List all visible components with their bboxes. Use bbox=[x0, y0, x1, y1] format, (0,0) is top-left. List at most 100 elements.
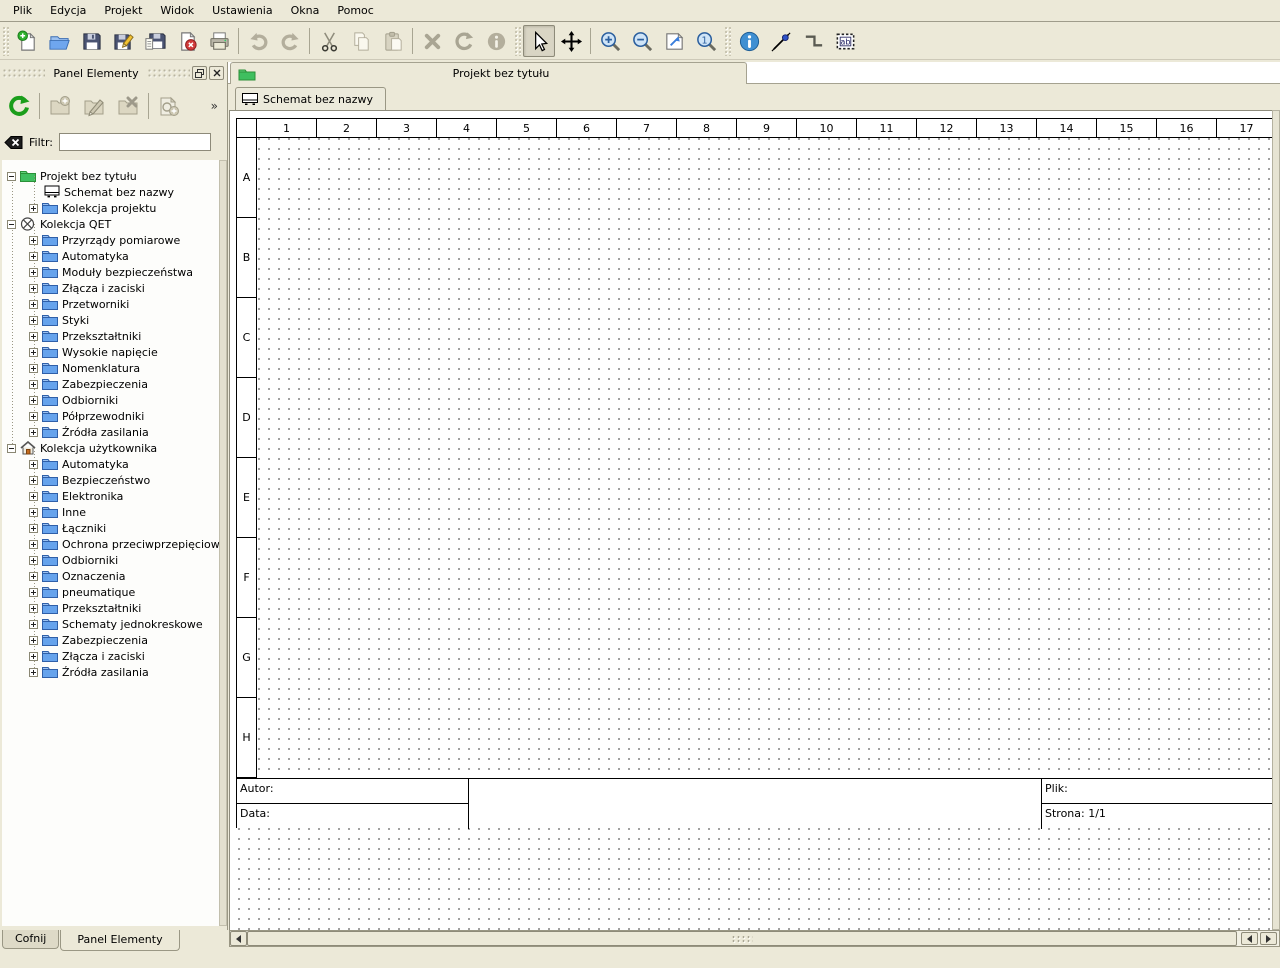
tree-item-label: Elektronika bbox=[58, 490, 123, 503]
add-polyline-button[interactable] bbox=[797, 25, 829, 57]
menu-okna[interactable]: Okna bbox=[282, 1, 329, 20]
menu-widok[interactable]: Widok bbox=[151, 1, 203, 20]
titleblock-center-cell bbox=[469, 779, 1042, 829]
scroll-left-button[interactable] bbox=[230, 931, 247, 946]
toolbar-drag-handle[interactable] bbox=[514, 26, 521, 56]
zoom-out-button[interactable] bbox=[626, 25, 658, 57]
clear-filter-icon[interactable] bbox=[4, 135, 23, 150]
tree-item-label: Bezpieczeństwo bbox=[58, 474, 150, 487]
tree-vertical-scrollbar[interactable] bbox=[219, 160, 227, 926]
scrollbar-thumb[interactable] bbox=[1273, 111, 1279, 929]
menu-plik[interactable]: Plik bbox=[4, 1, 41, 20]
expand-icon[interactable] bbox=[29, 236, 38, 245]
row-label: A bbox=[237, 138, 257, 218]
zoom-in-button[interactable] bbox=[594, 25, 626, 57]
add-conductor-button[interactable] bbox=[765, 25, 797, 57]
expand-icon[interactable] bbox=[29, 332, 38, 341]
new-document-button[interactable] bbox=[11, 25, 43, 57]
dock-float-button[interactable] bbox=[192, 66, 207, 80]
collapse-icon[interactable] bbox=[7, 220, 16, 229]
diagram-tab[interactable]: Schemat bez nazwy bbox=[235, 87, 386, 110]
titleblock-page: Strona: 1/1 bbox=[1042, 804, 1272, 829]
expand-icon[interactable] bbox=[29, 508, 38, 517]
close-file-button[interactable] bbox=[171, 25, 203, 57]
menu-projekt[interactable]: Projekt bbox=[95, 1, 151, 20]
open-document-button[interactable] bbox=[43, 25, 75, 57]
menu-pomoc[interactable]: Pomoc bbox=[328, 1, 382, 20]
zoom-reset-button[interactable]: 1 bbox=[690, 25, 722, 57]
expand-icon[interactable] bbox=[29, 620, 38, 629]
folder-icon bbox=[42, 505, 58, 519]
expand-icon[interactable] bbox=[29, 636, 38, 645]
folder-icon bbox=[42, 473, 58, 487]
collapse-icon[interactable] bbox=[7, 444, 16, 453]
expand-icon[interactable] bbox=[29, 476, 38, 485]
dock-tab-panel-elementy[interactable]: Panel Elementy bbox=[60, 930, 179, 951]
expand-icon[interactable] bbox=[29, 412, 38, 421]
collapse-icon[interactable] bbox=[7, 172, 16, 181]
expand-icon[interactable] bbox=[29, 284, 38, 293]
scrollbar-thumb[interactable] bbox=[247, 931, 1237, 946]
canvas-horizontal-scrollbar[interactable] bbox=[229, 930, 1280, 947]
reload-collections-button[interactable] bbox=[2, 90, 36, 122]
expand-icon[interactable] bbox=[29, 668, 38, 677]
expand-icon[interactable] bbox=[29, 460, 38, 469]
scrollbar-thumb[interactable] bbox=[220, 161, 226, 925]
scroll-left-button[interactable] bbox=[1241, 932, 1258, 945]
expand-icon[interactable] bbox=[29, 572, 38, 581]
select-tool-button[interactable] bbox=[523, 25, 555, 57]
expand-icon[interactable] bbox=[29, 380, 38, 389]
save-as-button[interactable] bbox=[107, 25, 139, 57]
expand-icon[interactable] bbox=[29, 348, 38, 357]
row-label: G bbox=[237, 618, 257, 698]
add-text-field-button[interactable]: ab bbox=[829, 25, 861, 57]
folder-icon bbox=[42, 489, 58, 503]
tree-item-label: Złącza i zaciski bbox=[58, 282, 145, 295]
expand-icon[interactable] bbox=[29, 492, 38, 501]
copy-icon bbox=[350, 30, 373, 53]
save-all-button[interactable] bbox=[139, 25, 171, 57]
select-arrow-icon bbox=[528, 30, 551, 53]
expand-icon[interactable] bbox=[29, 652, 38, 661]
expand-icon[interactable] bbox=[29, 364, 38, 373]
panel-overflow-button[interactable]: » bbox=[211, 99, 218, 113]
expand-icon[interactable] bbox=[29, 252, 38, 261]
diagram-info-button[interactable] bbox=[733, 25, 765, 57]
zoom-fit-button[interactable] bbox=[658, 25, 690, 57]
folder-icon bbox=[42, 265, 58, 279]
folder-icon bbox=[42, 233, 58, 247]
pan-tool-button[interactable] bbox=[555, 25, 587, 57]
expand-icon[interactable] bbox=[29, 540, 38, 549]
expand-icon[interactable] bbox=[29, 556, 38, 565]
column-label: 3 bbox=[377, 119, 437, 138]
folder-icon bbox=[42, 425, 58, 439]
filter-input[interactable] bbox=[59, 133, 211, 151]
dock-tab-cofnij[interactable]: Cofnij bbox=[2, 930, 59, 949]
folder-icon bbox=[42, 297, 58, 311]
folder-icon bbox=[42, 201, 58, 215]
expand-icon[interactable] bbox=[29, 316, 38, 325]
save-button[interactable] bbox=[75, 25, 107, 57]
canvas-vertical-scrollbar[interactable] bbox=[1272, 110, 1280, 930]
info-disabled-icon bbox=[485, 30, 508, 53]
project-tab[interactable]: Projekt bez tytułu bbox=[230, 62, 747, 84]
edit-object-info-button bbox=[480, 25, 512, 57]
toolbar-drag-handle[interactable] bbox=[2, 26, 9, 56]
diagram-canvas[interactable]: 1234567891011121314151617 ABCDEFGH Autor… bbox=[229, 110, 1272, 930]
expand-icon[interactable] bbox=[29, 396, 38, 405]
project-folder-icon bbox=[238, 67, 256, 81]
toolbar-drag-handle[interactable] bbox=[724, 26, 731, 56]
expand-icon[interactable] bbox=[29, 204, 38, 213]
expand-icon[interactable] bbox=[29, 300, 38, 309]
menu-ustawienia[interactable]: Ustawienia bbox=[203, 1, 281, 20]
print-button[interactable] bbox=[203, 25, 235, 57]
expand-icon[interactable] bbox=[29, 268, 38, 277]
expand-icon[interactable] bbox=[29, 428, 38, 437]
expand-icon[interactable] bbox=[29, 524, 38, 533]
column-label: 13 bbox=[977, 119, 1037, 138]
dock-close-button[interactable] bbox=[209, 66, 224, 80]
scroll-right-button[interactable] bbox=[1260, 932, 1277, 945]
expand-icon[interactable] bbox=[29, 604, 38, 613]
expand-icon[interactable] bbox=[29, 588, 38, 597]
menu-edycja[interactable]: Edycja bbox=[41, 1, 95, 20]
